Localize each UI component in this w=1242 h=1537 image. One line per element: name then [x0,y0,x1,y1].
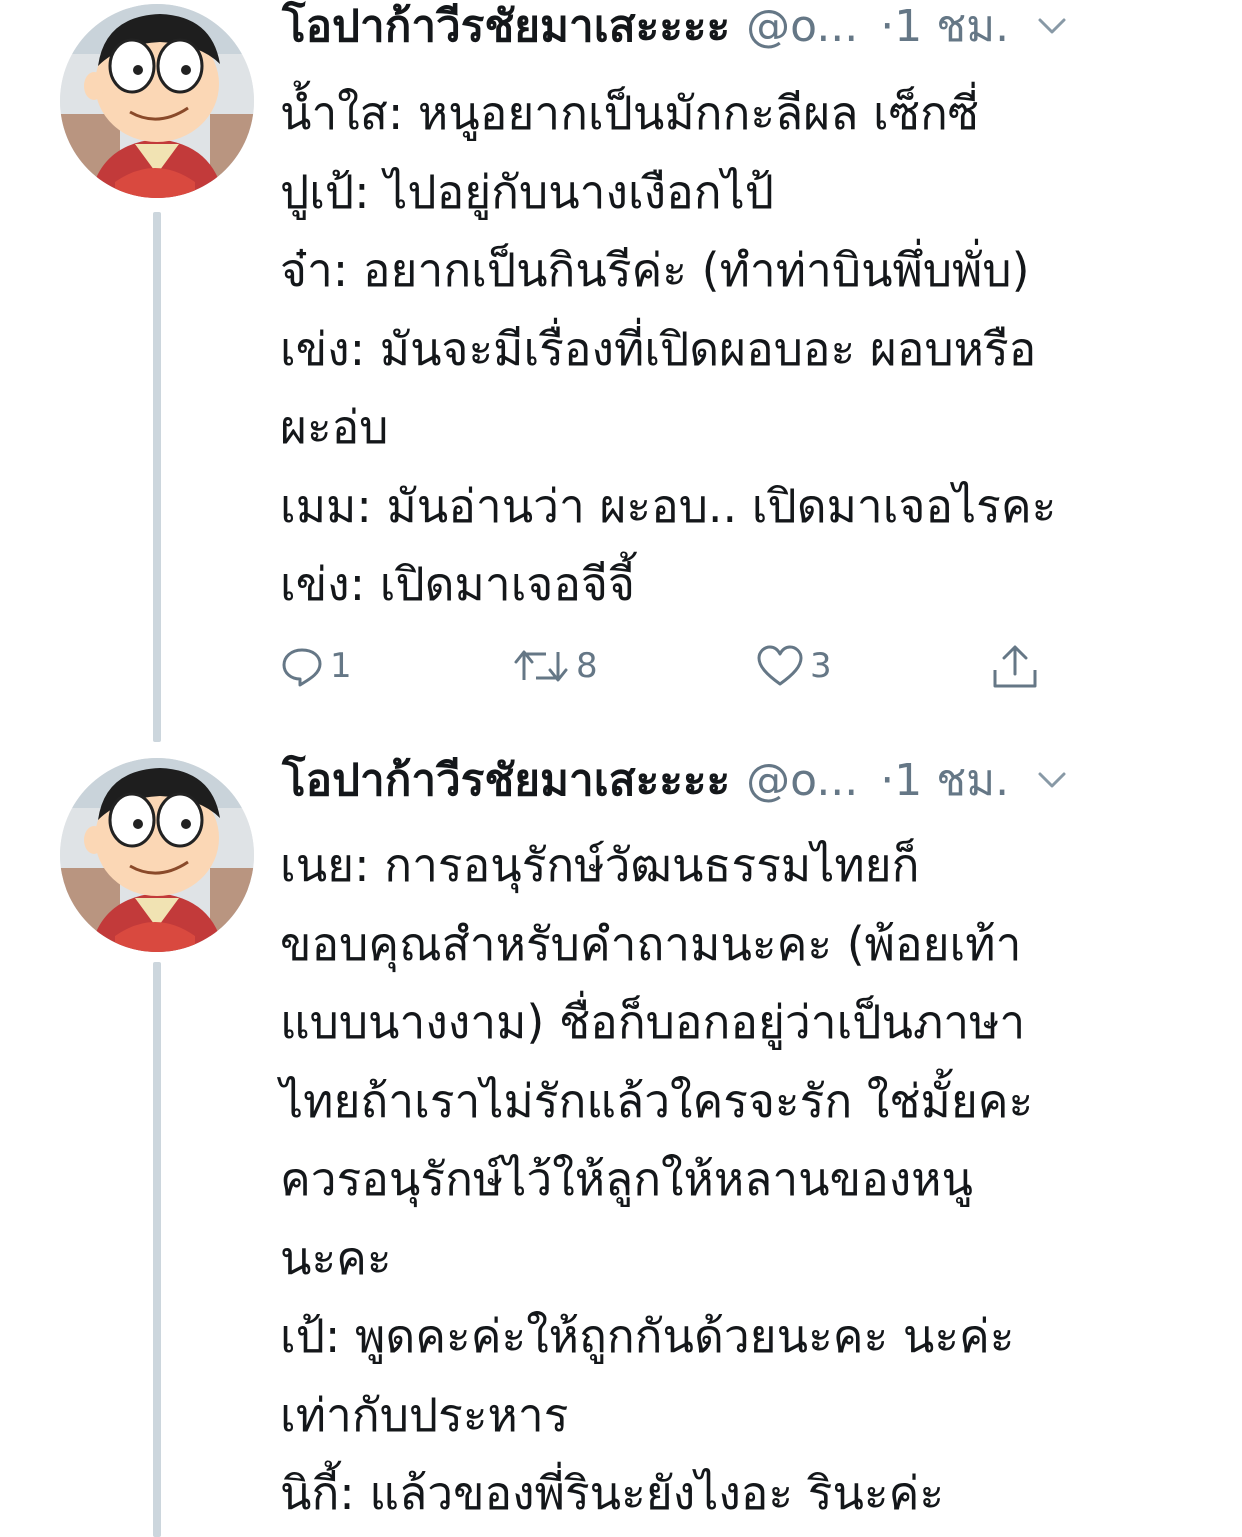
share-button[interactable] [990,636,1040,696]
reply-button[interactable]: 1 [280,636,352,696]
retweet-count: 8 [576,646,598,686]
tweet-line: เข่ง: เปิดมาเจอจีจี้ [280,557,635,611]
like-count: 3 [810,646,832,686]
retweet-button[interactable]: 8 [512,636,598,696]
tweet-header: โอปาก้าวีรชัยมาเสะะะะ @o... ·1 ชม. [282,0,1192,56]
tweet-line: เป้: พูดคะค่ะให้ถูกกันด้วยนะคะ นะค่ะ [280,1309,1015,1363]
retweet-arrows-icon [514,650,568,682]
tweet-actions: 1 8 3 [280,636,1080,696]
like-button[interactable]: 3 [756,636,832,696]
cartoon-boy-avatar-icon [60,758,254,952]
tweet-line: ปูเป้: ไปอยู่กับนางเงือกไป้ [280,164,774,219]
reply-count: 1 [330,646,352,686]
tweet-line: ผะอ่บ [280,400,389,454]
tweet-header: โอปาก้าวีรชัยมาเสะะะะ @o... ·1 ชม. [282,750,1192,810]
tweet-line: เมม: มันอ่านว่า ผะอบ.. เปิดมาเจอไรคะ [280,478,1057,533]
chevron-down-icon[interactable] [1035,763,1069,797]
display-name[interactable]: โอปาก้าวีรชัยมาเสะะะะ [282,745,730,815]
heart-icon [757,645,803,686]
tweet-line: นิกี้: แล้วของพี่รินะยังไงอะ รินะค่ะ [280,1466,945,1520]
tweet-line: เท่ากับประหาร [280,1387,569,1442]
timestamp[interactable]: ·1 ชม. [880,0,1009,61]
speech-bubble-icon [282,648,322,687]
timestamp[interactable]: ·1 ชม. [880,745,1009,815]
tweet-line: เข่ง: มันจะมีเรื่องที่เปิดผอบอะ ผอบหรือ [280,321,1037,376]
thread-line [153,962,161,1537]
display-name[interactable]: โอปาก้าวีรชัยมาเสะะะะ [282,0,730,61]
tweet-text: เนย: การอนุรักษ์วัฒนธรรมไทยก็ ขอบคุณสำหร… [280,826,1202,1533]
handle[interactable]: @o... [746,1,858,52]
tweet[interactable]: โอปาก้าวีรชัยมาเสะะะะ @o... ·1 ชม. น้ำใส… [0,0,1242,745]
tweet-line: ควรอนุรักษ์ไว้ให้ลูกให้หลานของหนู [280,1152,973,1206]
thread-line [153,212,161,742]
tweet-line: ขอบคุณสำหรับคำถามนะคะ (พ้อยเท้า [280,916,1022,971]
share-upload-icon [993,645,1037,688]
avatar[interactable] [60,4,254,198]
tweet-line: แบบนางงาม) ชื่อก็บอกอยู่ว่าเป็นภาษา [280,995,1026,1049]
tweet-line: นะคะ [280,1230,392,1285]
avatar[interactable] [60,758,254,952]
tweet-line: จ๋า: อยากเป็นกินรีค่ะ (ทำท่าบินพึ่บพั่บ) [280,243,1030,297]
tweet-line: ไทยถ้าเราไม่รักแล้วใครจะรัก ใช่มั้ยคะ [280,1073,1034,1128]
tweet-line: เนย: การอนุรักษ์วัฒนธรรมไทยก็ [280,838,920,892]
tweet[interactable]: โอปาก้าวีรชัยมาเสะะะะ @o... ·1 ชม. เนย: … [0,752,1242,1537]
tweet-line: น้ำใส: หนูอยากเป็นมักกะลีผล เซ็กซี่ [280,86,980,140]
cartoon-boy-avatar-icon [60,4,254,198]
tweet-text: น้ำใส: หนูอยากเป็นมักกะลีผล เซ็กซี่ ปูเป… [280,74,1202,624]
handle[interactable]: @o... [746,755,858,806]
chevron-down-icon[interactable] [1035,9,1069,43]
